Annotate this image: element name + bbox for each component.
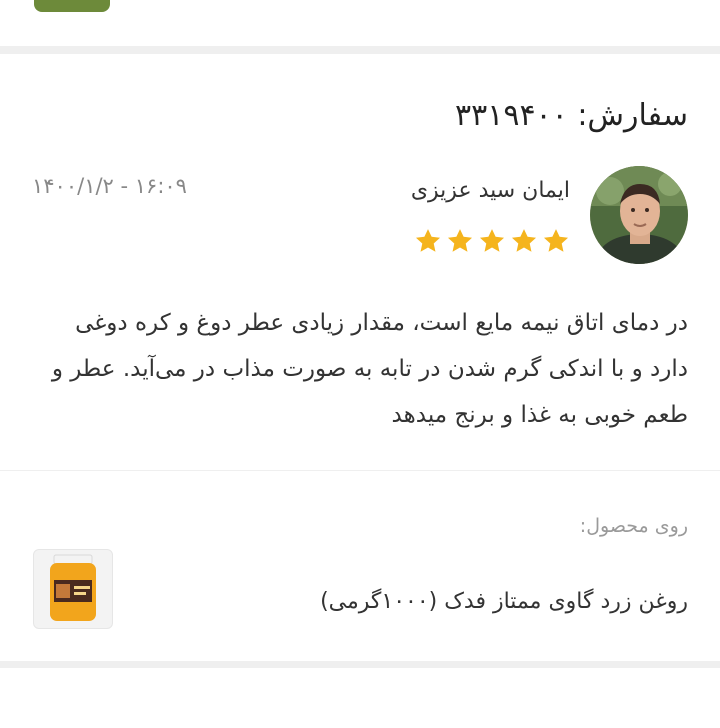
review-datetime: ۱۶:۰۹ - ۱۴۰۰/۱/۲ (32, 174, 187, 198)
previous-review-card (0, 0, 720, 46)
product-jar-icon (50, 554, 96, 621)
star-icon (543, 229, 569, 252)
product-name[interactable]: روغن زرد گاوی ممتاز فدک (۱۰۰۰گرمی) (320, 589, 688, 614)
review-text: در دمای اتاق نیمه مایع است، مقدار زیادی … (51, 310, 688, 428)
on-product-label: روی محصول: (579, 515, 688, 537)
previous-product-thumbnail (34, 0, 110, 12)
order-number: ۳۳۱۹۴۰۰ (454, 98, 568, 133)
star-icon (415, 229, 441, 252)
order-title: سفارش: ۳۳۱۹۴۰۰ (455, 98, 688, 133)
avatar (590, 166, 688, 264)
rating-stars (414, 227, 570, 255)
star-icon (447, 229, 473, 252)
next-review-card (0, 668, 720, 728)
star-icon (511, 229, 537, 252)
product-thumbnail[interactable] (33, 549, 113, 629)
user-avatar-icon (590, 166, 688, 264)
star-icon (479, 229, 505, 252)
reviewer-name: ایمان سید عزیزی (410, 178, 570, 203)
order-label: سفارش: (577, 98, 688, 133)
review-card: سفارش: ۳۳۱۹۴۰۰ ۱۶:۰۹ - ۱۴۰۰/۱/۲ ایمان سی… (0, 54, 720, 470)
product-card[interactable]: روی محصول: روغن زرد گاوی ممتاز فدک (۱۰۰۰… (0, 471, 720, 661)
